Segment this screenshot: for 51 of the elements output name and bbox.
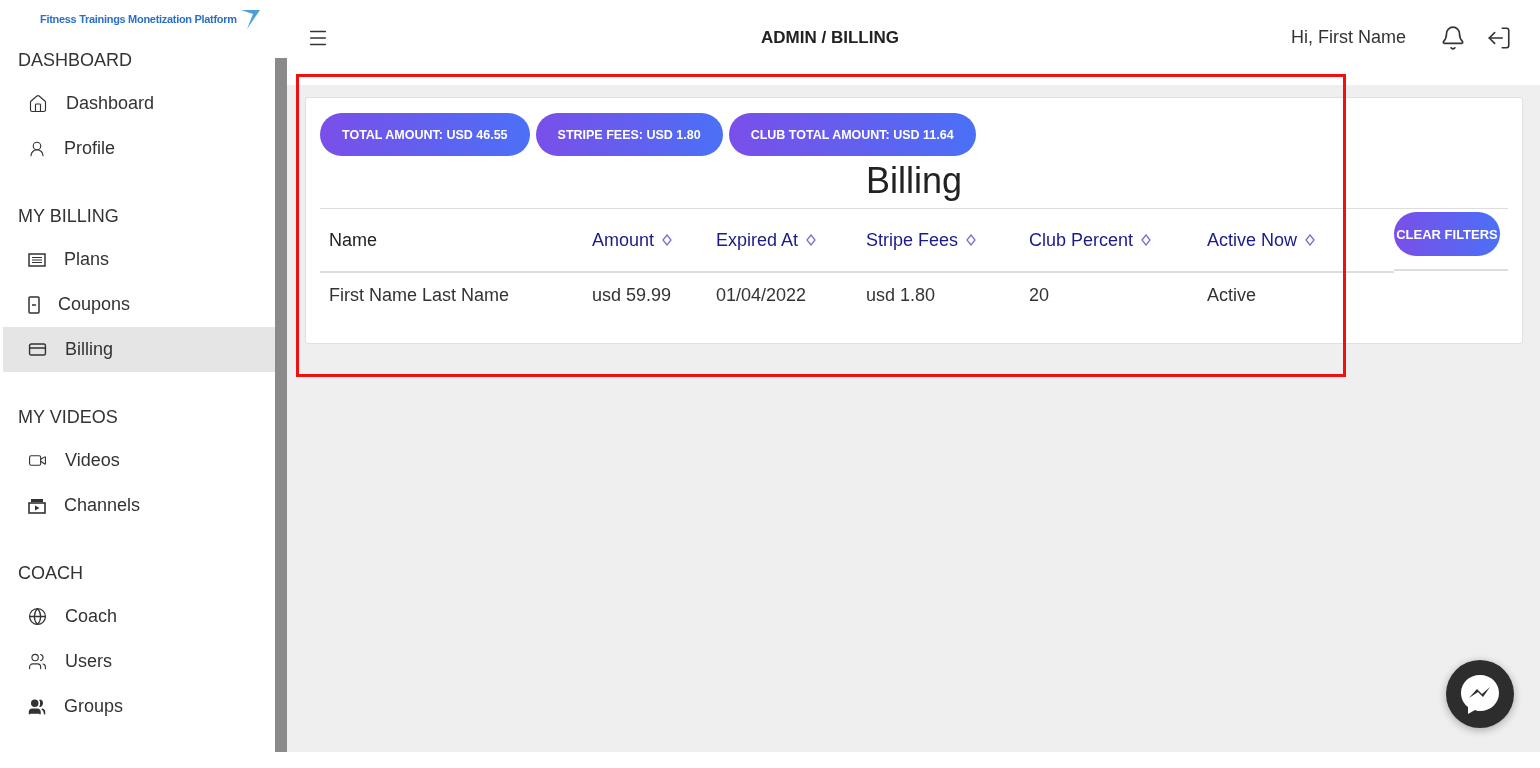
column-header[interactable]: Amount	[583, 209, 707, 273]
user-icon	[28, 139, 46, 158]
ticket-icon	[28, 295, 40, 314]
table-cell-text: Active	[1206, 283, 1258, 307]
sidebar-section-title: MY VIDEOS	[17, 406, 119, 429]
sidebar-item[interactable]: Users	[3, 639, 276, 684]
sidebar-item[interactable]: Videos	[3, 438, 276, 483]
notification-bell-button[interactable]	[1440, 24, 1466, 51]
channel-icon	[28, 497, 46, 514]
sidebar-item[interactable]: Dashboard	[3, 81, 276, 126]
group-icon	[28, 697, 46, 716]
logout-button[interactable]	[1486, 24, 1512, 51]
table-cell-text: usd 59.99	[591, 283, 673, 307]
sidebar-item[interactable]: Profile	[3, 126, 276, 171]
list-icon	[28, 252, 46, 267]
sort-icon[interactable]	[1141, 234, 1152, 246]
greeting: Hi, First Name	[1291, 27, 1406, 48]
table-cell-text: First Name Last Name	[328, 283, 511, 307]
summary-chip: TOTAL AMOUNT: USD 46.55	[320, 113, 530, 156]
sidebar-item[interactable]: Coupons	[3, 282, 276, 327]
summary-chip: CLUB TOTAL AMOUNT: USD 11.64	[728, 113, 976, 156]
breadcrumb: ADMIN / BILLING	[760, 27, 900, 48]
card-icon	[28, 340, 47, 359]
sidebar-section-title: DASHBOARD	[17, 49, 134, 72]
column-header[interactable]: Active Now	[1198, 209, 1394, 273]
page-title: Billing	[864, 160, 963, 202]
sidebar-section-title: COACH	[17, 562, 84, 585]
globe-icon	[28, 607, 47, 626]
users-icon	[28, 652, 47, 671]
sort-icon[interactable]	[966, 234, 977, 246]
table-cell-text: 20	[1028, 283, 1051, 307]
logo-text: Fitness Trainings Monetization Platform	[40, 13, 237, 25]
scrollbar[interactable]	[275, 58, 287, 752]
home-icon	[28, 93, 48, 114]
sidebar-item[interactable]: Coach	[3, 594, 276, 639]
sort-icon[interactable]	[806, 234, 817, 246]
table-cell-text: 01/04/2022	[715, 283, 808, 307]
clear-filters-button[interactable]: CLEAR FILTERS	[1394, 212, 1500, 256]
sidebar-item[interactable]: Channels	[3, 483, 276, 528]
sidebar-item[interactable]: Billing	[3, 327, 276, 372]
table-cell-text: usd 1.80	[865, 283, 937, 307]
sidebar-item[interactable]: Plans	[3, 237, 276, 282]
summary-chip: STRIPE FEES: USD 1.80	[535, 113, 723, 156]
column-header: Name	[320, 209, 583, 273]
column-header[interactable]: Expired At	[707, 209, 857, 273]
sort-icon[interactable]	[662, 234, 673, 246]
column-header[interactable]: Stripe Fees	[857, 209, 1020, 273]
sort-icon[interactable]	[1305, 234, 1316, 246]
sidebar-item[interactable]: Groups	[3, 684, 276, 729]
column-header[interactable]: Club Percent	[1020, 209, 1198, 273]
sidebar-section-title: MY BILLING	[17, 205, 120, 228]
